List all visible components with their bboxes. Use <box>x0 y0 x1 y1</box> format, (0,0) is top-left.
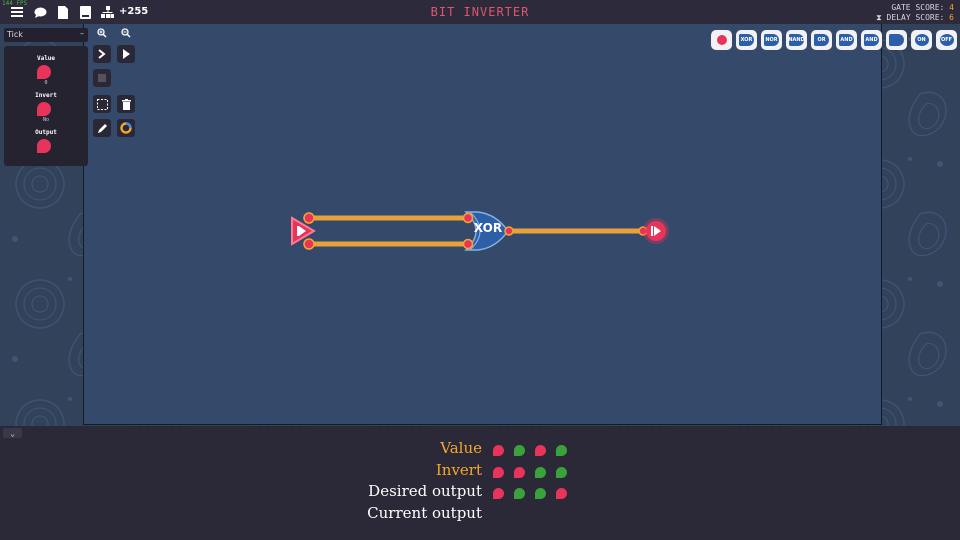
palette-gate-label: NAND <box>788 34 805 46</box>
truth-bit <box>556 488 567 499</box>
io-panel: Value 0 Invert No Output <box>4 46 88 166</box>
truth-table-panel: ⌄ Value Invert Desired output Current ou… <box>0 426 960 540</box>
truth-bit <box>514 467 525 478</box>
truth-bit <box>514 488 525 499</box>
pen-icon[interactable] <box>93 119 111 137</box>
palette-gate-button[interactable]: ON <box>911 30 932 50</box>
truth-bit <box>535 445 546 456</box>
level-title: BIT INVERTER <box>430 5 530 19</box>
step-icon[interactable] <box>93 45 111 63</box>
hourglass-icon: ⧗ <box>876 13 882 22</box>
palette-gate-button[interactable]: OFF <box>936 30 957 50</box>
palette-gate-label: OR <box>814 34 829 46</box>
truth-bit <box>535 467 546 478</box>
play-icon[interactable] <box>117 45 135 63</box>
palette-gate-button[interactable]: NOR <box>761 30 782 50</box>
palette-gate-button[interactable]: AND <box>836 30 857 50</box>
stop-icon[interactable] <box>93 69 111 87</box>
delay-score-value: 6 <box>949 13 954 22</box>
color-wheel-icon[interactable] <box>117 119 135 137</box>
io-label-value: Value <box>36 55 56 62</box>
truth-bit <box>556 445 567 456</box>
palette-gate-label <box>889 34 904 46</box>
palette-gate-label: OFF <box>939 34 954 46</box>
row-label-invert: Invert <box>435 461 482 479</box>
palette-gate-button[interactable]: AND <box>861 30 882 50</box>
io-sidebar: Tick – Value 0 Invert No Output <box>4 28 88 166</box>
truth-bit <box>514 445 525 456</box>
palette-gate-label: AND <box>864 34 879 46</box>
gate-score-label: GATE SCORE: <box>891 3 945 12</box>
io-sub-invert: No <box>42 117 50 123</box>
output-icon[interactable] <box>37 139 51 153</box>
invert-input-icon[interactable] <box>37 102 51 116</box>
row-label-current: Current output <box>367 504 482 522</box>
output-node[interactable] <box>643 218 669 244</box>
palette-gate-label: NOR <box>764 34 779 46</box>
truth-bit <box>493 445 504 456</box>
select-icon[interactable] <box>93 95 111 113</box>
top-bar: 144 FPS +255 BIT INVERTER GATE SCORE: 4 … <box>0 0 960 24</box>
workspace-canvas[interactable]: XOR <box>0 24 960 426</box>
row-label-value: Value <box>440 439 482 457</box>
chevron-down-icon: ⌄ <box>10 428 15 438</box>
zoom-in-icon[interactable] <box>93 25 111 41</box>
truth-bit <box>493 467 504 478</box>
palette-gate-label: XOR <box>739 34 754 46</box>
tick-select[interactable]: Tick – <box>4 28 88 42</box>
tick-select-label: Tick <box>7 30 23 39</box>
collapse-icon: – <box>80 29 84 38</box>
delay-score: ⧗ DELAY SCORE: 6 <box>876 13 954 23</box>
truth-bit <box>535 488 546 499</box>
palette-gate-button[interactable]: XOR <box>736 30 757 50</box>
delete-icon[interactable] <box>117 95 135 113</box>
value-input-icon[interactable] <box>37 65 51 79</box>
collapse-panel-button[interactable]: ⌄ <box>3 428 22 438</box>
palette-gate-button[interactable] <box>886 30 907 50</box>
palette-gate-button[interactable]: OR <box>811 30 832 50</box>
delay-score-label: DELAY SCORE: <box>886 13 945 22</box>
io-label-invert: Invert <box>35 92 57 99</box>
row-label-desired: Desired output <box>368 482 482 500</box>
palette-gate-button[interactable] <box>711 30 732 50</box>
zoom-out-icon[interactable] <box>117 25 135 41</box>
palette-gate-label: ON <box>914 34 929 46</box>
xor-gate-label: XOR <box>473 221 503 235</box>
palette-gate-label: AND <box>839 34 854 46</box>
palette-gate-button[interactable]: NAND <box>786 30 807 50</box>
io-label-output: Output <box>35 129 57 136</box>
palette-gate-label <box>716 35 727 45</box>
io-sub-value: 0 <box>44 80 48 86</box>
truth-bit <box>493 488 504 499</box>
gate-score: GATE SCORE: 4 <box>891 3 954 12</box>
gate-score-value: 4 <box>949 3 954 12</box>
truth-bit <box>556 467 567 478</box>
